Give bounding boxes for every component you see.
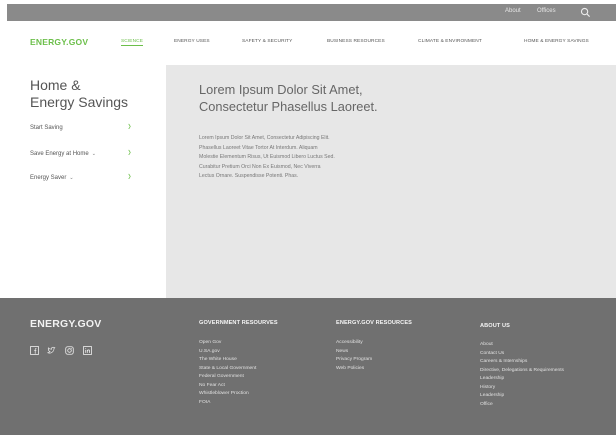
page-body: Lorem Ipsum Dolor Sit Amet, Consectetur … xyxy=(199,134,409,182)
footer-logo[interactable]: ENERGY.GOV xyxy=(30,318,101,330)
body-line: Curabitur Pretium Orci Non Ex Euismod, N… xyxy=(199,163,321,170)
nav-item-energy-uses[interactable]: ENERGY USES xyxy=(174,39,210,44)
site-logo[interactable]: ENERGY.GOV xyxy=(30,37,88,47)
footer-link[interactable]: No Fear Act xyxy=(199,382,256,391)
footer-heading-energy-gov-resources: ENERGY.GOV RESOURCES xyxy=(336,320,412,326)
sidebar: Home & Energy Savings Start Saving › Sav… xyxy=(0,65,166,298)
footer-link[interactable]: Web Policies xyxy=(336,365,372,374)
footer-heading-government-resources: GOVERNMENT RESOURVES xyxy=(199,320,278,326)
chevron-down-icon[interactable]: ⌄ xyxy=(92,151,96,157)
footer: ENERGY.GOV GOVERNMENT RESOURVES Open Gov… xyxy=(0,298,616,435)
nav-item-climate-environment[interactable]: CLIMATE & ENVIRONMENT xyxy=(418,39,482,44)
footer-link[interactable]: Accessibility xyxy=(336,339,372,348)
footer-link[interactable]: Directive, Delegations & Requirements xyxy=(480,367,564,376)
facebook-icon[interactable] xyxy=(30,346,39,355)
footer-link[interactable]: Federal Government xyxy=(199,373,256,382)
footer-link[interactable]: Privacy Program xyxy=(336,356,372,365)
instagram-icon[interactable] xyxy=(65,346,74,355)
sidebar-title-line-1: Home & xyxy=(30,77,81,93)
nav-item-business-resources[interactable]: BUSINESS RESOURCES xyxy=(327,39,385,44)
sidebar-item-energy-saver[interactable]: Energy Saver ⌄ xyxy=(30,175,74,181)
chevron-right-icon[interactable]: › xyxy=(128,169,131,183)
footer-column-government-resources: Open Gov U.SA.gov The White House State … xyxy=(199,339,256,407)
nav-item-safety-security[interactable]: SAFETY & SECURITY xyxy=(242,39,292,44)
utility-bar: About Offices xyxy=(7,4,616,21)
chevron-down-icon[interactable]: ⌄ xyxy=(69,175,73,181)
footer-link[interactable]: FOIA xyxy=(199,399,256,408)
footer-link[interactable]: State & Local Government xyxy=(199,365,256,374)
sidebar-item-label: Save Energy at Home xyxy=(30,151,89,157)
footer-link[interactable]: U.SA.gov xyxy=(199,348,256,357)
footer-column-energy-gov-resources: Accessibility News Privacy Program Web P… xyxy=(336,339,372,373)
body-line: Phasellus Laoreet Vitae Tortor At Interd… xyxy=(199,144,318,151)
footer-link[interactable]: History xyxy=(480,384,564,393)
body-line: Lectus Ornare. Suspendisse Potenti. Phas… xyxy=(199,173,299,179)
sidebar-item-start-saving[interactable]: Start Saving xyxy=(30,125,63,131)
footer-link[interactable]: News xyxy=(336,348,372,357)
footer-link[interactable]: Open Gov xyxy=(199,339,256,348)
main-content: Lorem Ipsum Dolor Sit Amet, Consectetur … xyxy=(166,65,616,298)
utility-link-offices[interactable]: Offices xyxy=(537,8,556,14)
footer-link[interactable]: Office xyxy=(480,401,564,410)
main-nav: ENERGY.GOV SCIENCE ENERGY USES SAFETY & … xyxy=(0,21,616,65)
footer-link[interactable]: Whistleblower Proction xyxy=(199,390,256,399)
footer-link[interactable]: Leadership xyxy=(480,392,564,401)
footer-link[interactable]: Leadership xyxy=(480,375,564,384)
footer-link[interactable]: The White House xyxy=(199,356,256,365)
body-line: Lorem Ipsum Dolor Sit Amet, Consectetur … xyxy=(199,135,330,141)
sidebar-item-save-energy-at-home[interactable]: Save Energy at Home ⌄ xyxy=(30,151,96,157)
sidebar-title: Home & Energy Savings xyxy=(30,77,128,111)
footer-heading-about-us: ABOUT US xyxy=(480,323,511,329)
twitter-icon[interactable] xyxy=(47,346,56,355)
footer-link[interactable]: Careers & Internships xyxy=(480,358,564,367)
sidebar-item-label: Energy Saver xyxy=(30,175,67,181)
page-title: Lorem Ipsum Dolor Sit Amet, Consectetur … xyxy=(199,82,378,114)
chevron-right-icon[interactable]: › xyxy=(128,145,131,159)
body-line: Molestie Elementum Risus, Ut Euismod Lib… xyxy=(199,154,335,160)
sidebar-title-line-2: Energy Savings xyxy=(30,94,129,110)
nav-item-science[interactable]: SCIENCE xyxy=(121,39,144,46)
utility-link-about[interactable]: About xyxy=(505,8,521,14)
footer-column-about-us: About Contact Us Careers & Internships D… xyxy=(480,341,564,409)
sidebar-item-label: Start Saving xyxy=(30,125,63,131)
footer-link[interactable]: Contact Us xyxy=(480,350,564,359)
nav-item-home-energy-savings[interactable]: HOME & ENERGY SAVINGS xyxy=(524,39,589,44)
search-icon[interactable] xyxy=(580,7,591,18)
chevron-right-icon[interactable]: › xyxy=(128,119,131,133)
linkedin-icon[interactable] xyxy=(83,346,92,355)
footer-link[interactable]: About xyxy=(480,341,564,350)
